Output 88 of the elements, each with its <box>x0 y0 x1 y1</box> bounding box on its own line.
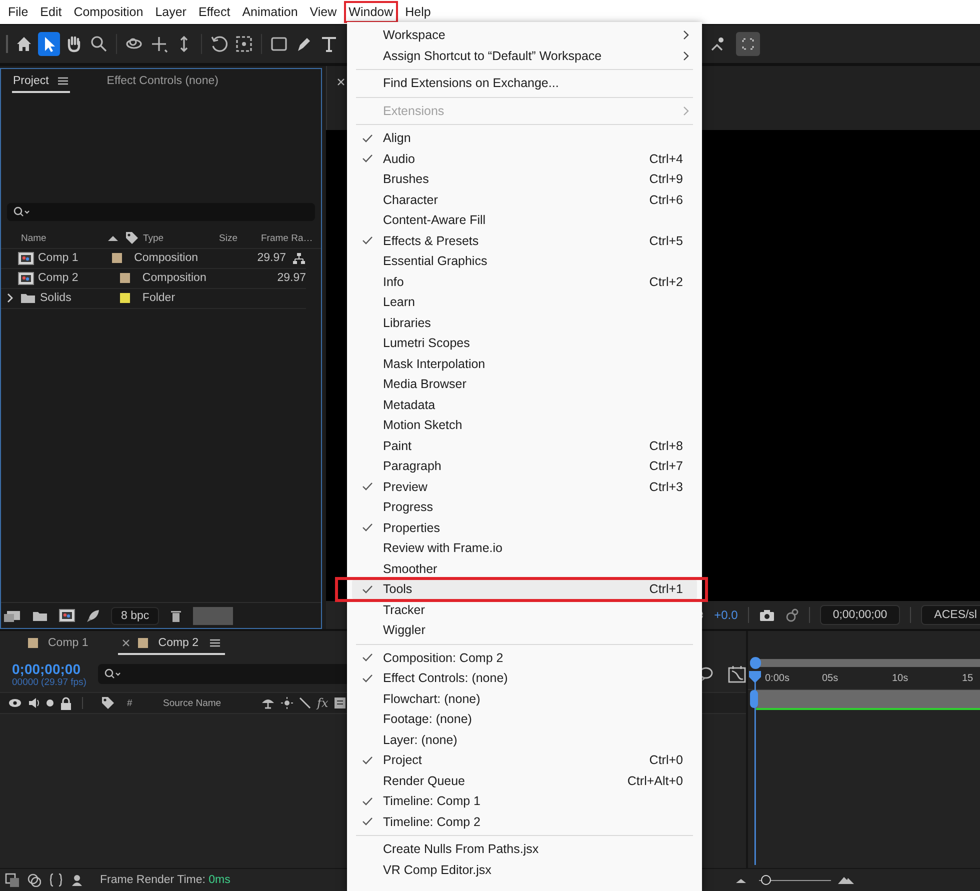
menu-item[interactable]: Find Extensions on Exchange... <box>352 73 697 94</box>
menu-item[interactable]: Preview Ctrl+3 <box>352 476 697 497</box>
menu-item[interactable]: Motion Sketch <box>352 415 697 436</box>
shortcut-label: Ctrl+3 <box>649 480 683 494</box>
exposure-value[interactable]: +0.0 <box>714 608 738 622</box>
menubar-item[interactable]: Animation <box>237 0 303 23</box>
menu-item[interactable]: Libraries <box>352 312 697 333</box>
column-header[interactable]: Source Name <box>163 698 255 709</box>
panel-tab[interactable]: Effect Controls (none) <box>106 70 220 93</box>
item-name[interactable]: Comp 2 <box>38 272 78 284</box>
menu-item[interactable]: Tools Ctrl+1 <box>352 579 697 600</box>
menu-item[interactable]: Essential Graphics <box>352 251 697 272</box>
panel-tab[interactable]: Project <box>12 70 70 93</box>
ruler-label: 10s <box>892 673 908 684</box>
column-header[interactable]: fx <box>317 696 328 710</box>
column-header[interactable]: # <box>127 698 157 709</box>
shortcut-label: Ctrl+6 <box>649 192 683 207</box>
menu-item[interactable]: Composition: Comp 2 <box>352 648 697 668</box>
table-cell-text: Composition <box>141 272 208 284</box>
menu-item[interactable]: VR Comp Editor.jsx <box>352 860 697 880</box>
column-header[interactable]: Type <box>141 232 219 244</box>
item-name[interactable]: Comp 1 <box>38 252 78 264</box>
shortcut-label: Ctrl+5 <box>649 234 683 248</box>
color-space-dropdown[interactable]: ACES/sl <box>921 605 980 626</box>
table-cell: 29.97 <box>257 252 286 264</box>
menu-item[interactable]: Mask Interpolation <box>352 354 697 374</box>
menu-item[interactable]: Assign Shortcut to “Default” Workspace <box>352 46 697 66</box>
shortcut-label: Ctrl+9 <box>649 172 683 186</box>
menu-item[interactable]: Effects & Presets Ctrl+5 <box>352 230 697 251</box>
shortcut-label: Ctrl+8 <box>649 438 683 453</box>
menubar-item[interactable]: Layer <box>150 0 192 23</box>
frame-count: 00000 (29.97 fps) <box>12 676 88 688</box>
column-header[interactable]: Name <box>1 232 101 244</box>
menubar-item[interactable]: File <box>3 0 34 23</box>
ruler-label: 15 <box>962 673 974 684</box>
table-cell-text: Composition <box>133 252 200 264</box>
bit-depth-button[interactable]: 8 bpc <box>111 606 160 625</box>
shortcut-label: Ctrl+7 <box>649 459 683 474</box>
menu-item[interactable]: Layer: (none) <box>352 730 697 750</box>
shortcut-label: Ctrl+4 <box>649 152 683 166</box>
menu-item[interactable]: Brushes Ctrl+9 <box>352 169 697 190</box>
current-time[interactable]: 0;00;00;00 <box>12 660 88 677</box>
menu-item[interactable]: Render Queue Ctrl+Alt+0 <box>352 770 697 791</box>
menu-item[interactable]: Learn <box>352 292 697 312</box>
menu-item[interactable]: Metadata <box>352 394 697 415</box>
menu-item[interactable]: Create Nulls From Paths.jsx <box>352 839 697 860</box>
timeline-tab[interactable]: Comp 1 <box>24 632 92 655</box>
menu-item[interactable]: Wiggler <box>352 620 697 640</box>
timeline-tab[interactable]: Comp 2 <box>118 632 225 655</box>
column-header[interactable]: Frame Ra… <box>255 232 313 244</box>
shortcut-label: Ctrl+1 <box>649 582 683 596</box>
menu-item[interactable]: Content-Aware Fill <box>352 210 697 230</box>
menu-item[interactable]: Lumetri Scopes <box>352 333 697 354</box>
menu-item[interactable]: Info Ctrl+2 <box>352 272 697 292</box>
ruler-label: 0:00s <box>765 673 790 684</box>
table-cell: 29.97 <box>277 272 306 284</box>
menu-item[interactable]: Flowchart: (none) <box>352 688 697 709</box>
menubar-item[interactable]: Edit <box>35 0 67 23</box>
shortcut-label: Ctrl+Alt+0 <box>627 774 683 788</box>
menu-item[interactable]: Smoother <box>352 558 697 579</box>
shortcut-label: Ctrl+0 <box>649 753 683 768</box>
menu-item[interactable]: Paint Ctrl+8 <box>352 436 697 456</box>
shortcut-label: Ctrl+2 <box>649 274 683 289</box>
menu-item[interactable]: Properties <box>352 518 697 538</box>
menu-item[interactable]: Paragraph Ctrl+7 <box>352 456 697 476</box>
menu-item[interactable]: Character Ctrl+6 <box>352 190 697 210</box>
item-name[interactable]: Solids <box>40 292 72 304</box>
ruler-label: 05s <box>822 673 838 684</box>
menubar-item[interactable]: Effect <box>193 0 236 23</box>
menu-item[interactable]: Effect Controls: (none) <box>352 668 697 688</box>
menu-item[interactable]: Tracker <box>352 600 697 620</box>
menu-item[interactable]: Progress <box>352 497 697 518</box>
menubar-item[interactable]: Help <box>400 0 436 23</box>
menubar-item[interactable]: View <box>304 0 342 23</box>
menu-item[interactable]: Audio Ctrl+4 <box>352 148 697 169</box>
menu-item[interactable]: Review with Frame.io <box>352 538 697 558</box>
timecode-field[interactable]: 0;00;00;00 <box>820 605 900 626</box>
menu-item[interactable]: Timeline: Comp 2 <box>352 812 697 832</box>
menu-item[interactable]: Project Ctrl+0 <box>352 750 697 770</box>
menubar-item[interactable]: Composition <box>68 0 148 23</box>
menu-item[interactable]: Align <box>352 128 697 148</box>
render-time-label: Frame Render Time: 0ms <box>100 874 230 886</box>
menu-item[interactable]: Workspace <box>352 25 697 46</box>
table-cell-text: Folder <box>141 292 176 304</box>
menu-item[interactable]: Timeline: Comp 1 <box>352 791 697 812</box>
menu-item[interactable]: Media Browser <box>352 374 697 394</box>
column-header[interactable]: Size <box>219 232 255 244</box>
menu-item[interactable]: Footage: (none) <box>352 709 697 730</box>
